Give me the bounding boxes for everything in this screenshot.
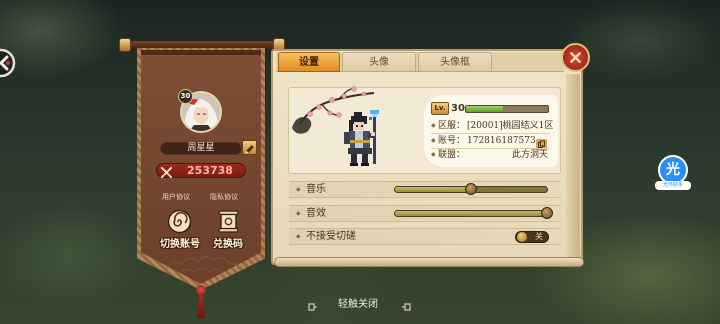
level-tag: Lv. [431, 102, 449, 115]
avatar-level-badge: 30 [178, 89, 193, 104]
helper-label: 光环助手 [655, 181, 691, 190]
bullet-icon: ◆ [296, 186, 301, 193]
tab-avatar-frame[interactable]: 头像框 [418, 52, 492, 72]
xp-bar [465, 105, 549, 113]
crossed-swords-icon [160, 164, 173, 179]
copy-icon[interactable] [536, 135, 547, 150]
player-level: 30 [451, 103, 465, 114]
bullet-icon: ◆ [431, 137, 436, 144]
back-icon[interactable] [0, 48, 16, 78]
sfx-slider[interactable] [394, 207, 553, 219]
toggle-state-text: 关 [535, 232, 543, 241]
sfx-label: 音效 [306, 208, 326, 219]
duel-label: 不接受切磋 [306, 231, 356, 242]
alliance-label: 联盟： [438, 150, 466, 160]
bullet-icon: ◆ [431, 122, 436, 129]
scroll-edge [566, 74, 580, 258]
server-value: [20001]桃园结义1区 [467, 121, 554, 131]
tap-to-close-hint[interactable]: 轻触关闭 [318, 295, 398, 310]
alliance-value: 此方洞天 [512, 150, 549, 160]
bullet-icon: ◆ [431, 151, 436, 158]
music-setting-row: ◆ 音乐 [289, 181, 561, 198]
account-label: 账号： [438, 136, 466, 146]
banner-top-band [141, 50, 261, 55]
server-label: 区服： [438, 121, 466, 131]
player-name: 周星星 [160, 142, 242, 155]
hint-right-icon [401, 297, 411, 311]
duel-setting-row: ◆ 不接受切磋 关 [289, 228, 561, 245]
bullet-icon: ◆ [296, 233, 301, 240]
sfx-slider-knob[interactable] [541, 207, 553, 219]
scroll-icon[interactable] [216, 209, 241, 234]
music-slider-knob[interactable] [465, 183, 477, 195]
privacy-agreement-link[interactable]: 隐私协议 [204, 192, 244, 202]
duel-toggle[interactable]: 关 [515, 231, 549, 243]
switch-account-button[interactable]: 切换账号 [154, 235, 206, 250]
account-value: 172816187573 [467, 136, 536, 146]
xp-bar-fill [466, 106, 503, 112]
music-slider[interactable] [394, 183, 548, 195]
currency-amount: 253738 [187, 164, 233, 177]
sfx-slider-fill [395, 211, 547, 216]
music-label: 音乐 [306, 184, 326, 195]
divider [431, 133, 550, 134]
character-sprite [338, 110, 386, 168]
user-agreement-link[interactable]: 用户协议 [156, 192, 196, 202]
pencil-icon[interactable] [242, 140, 257, 155]
banner-rod-cap-left [119, 38, 131, 52]
cloud-pattern-icon [160, 250, 242, 276]
swirl-icon[interactable] [167, 209, 192, 234]
scroll-bottom-rod [274, 257, 584, 267]
redeem-code-button[interactable]: 兑换码 [204, 235, 252, 250]
hint-left-icon [308, 297, 318, 311]
bullet-icon: ◆ [296, 210, 301, 217]
close-icon[interactable] [561, 43, 590, 72]
music-slider-fill [395, 187, 471, 192]
tab-settings[interactable]: 设置 [278, 52, 340, 72]
tab-avatar[interactable]: 头像 [342, 52, 416, 72]
toggle-knob [517, 232, 527, 242]
sfx-setting-row: ◆ 音效 [289, 205, 561, 222]
